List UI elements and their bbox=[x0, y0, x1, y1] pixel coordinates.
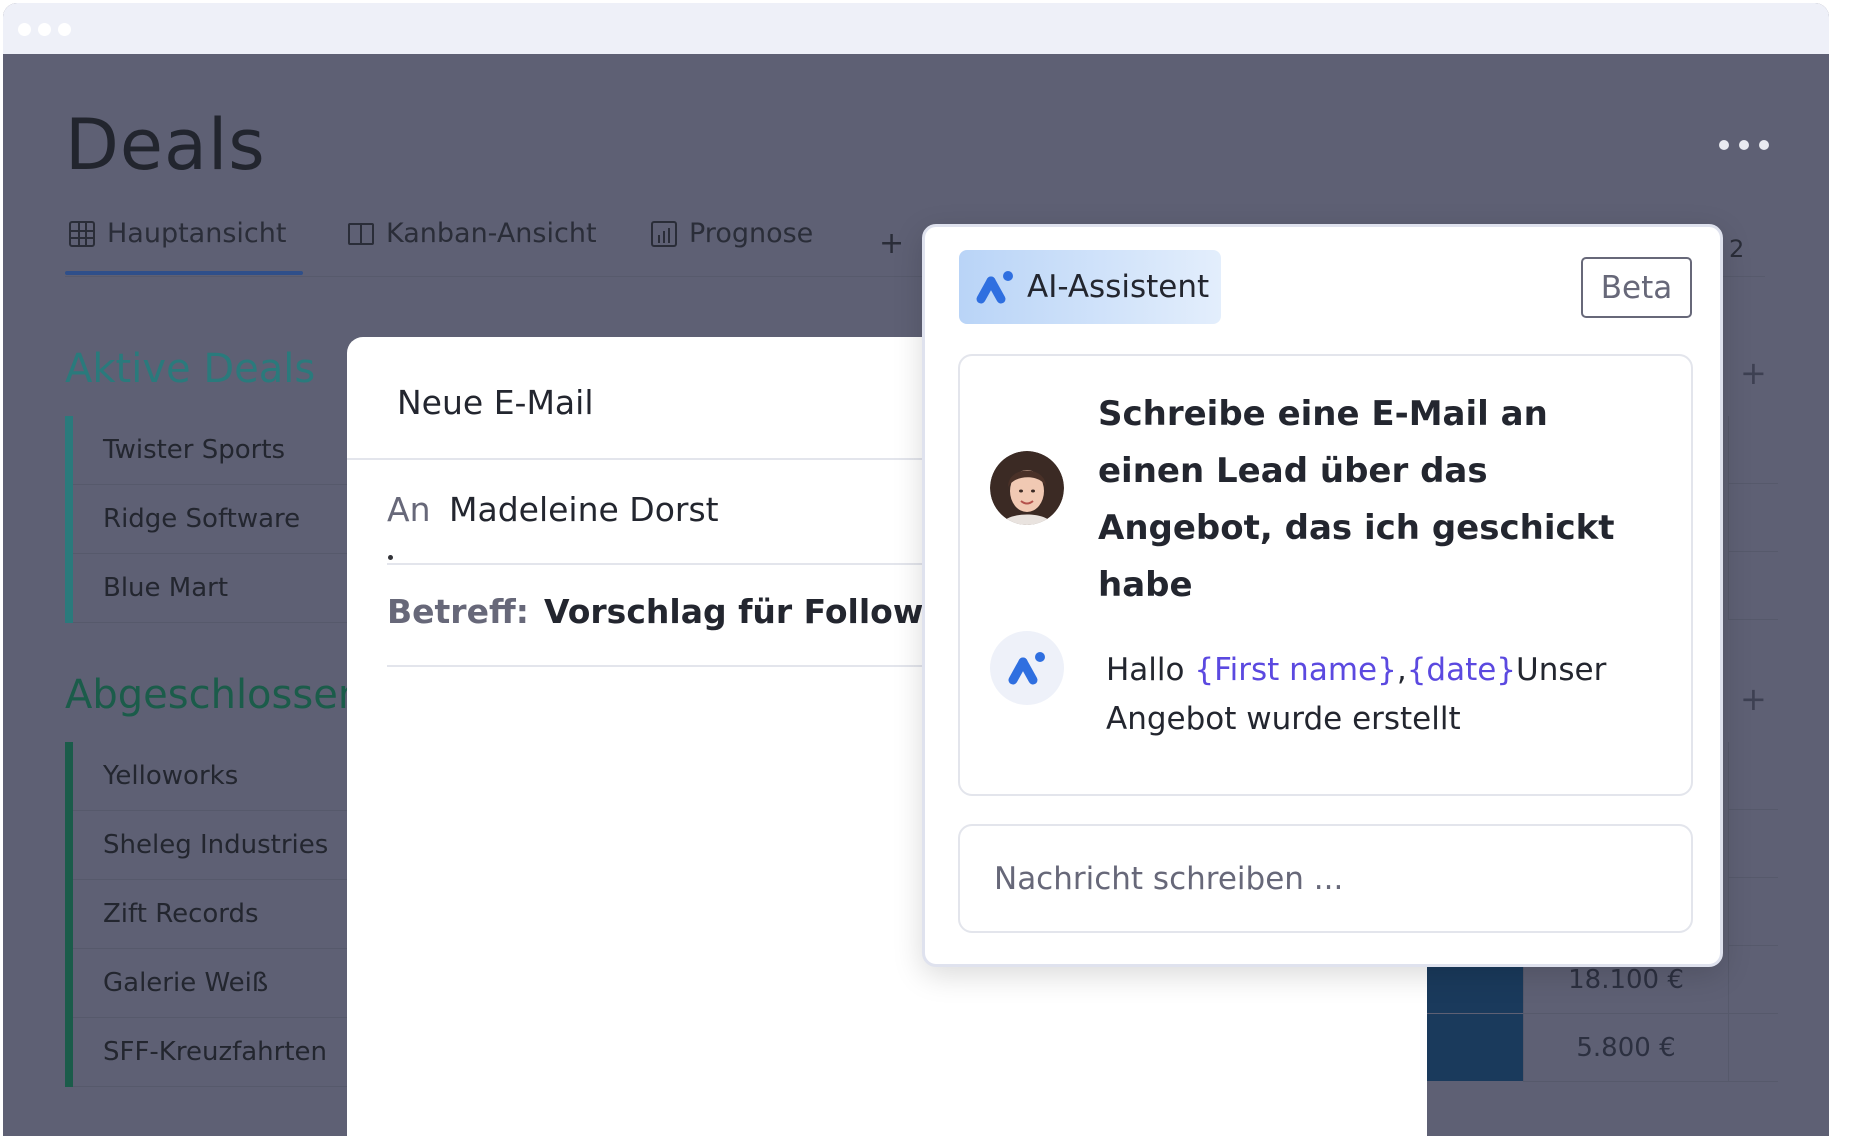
add-view-button[interactable]: + bbox=[879, 226, 904, 261]
table-cell[interactable] bbox=[1728, 810, 1778, 878]
email-compose-title: Neue E-Mail bbox=[397, 383, 594, 422]
table-row[interactable]: Twister Sports bbox=[73, 416, 355, 485]
table-cell[interactable] bbox=[1728, 484, 1778, 552]
chat-conversation: Schreibe eine E-Mail an einen Lead über … bbox=[958, 354, 1693, 796]
response-greeting: Hallo bbox=[1106, 652, 1195, 688]
message-input[interactable] bbox=[958, 824, 1693, 933]
ai-logo-icon bbox=[976, 271, 1013, 304]
table-row[interactable]: Zift Records bbox=[73, 880, 355, 949]
group-rows-aktive-deals: Twister Sports Ridge Software Blue Mart bbox=[65, 416, 355, 623]
to-recipient[interactable]: Madeleine Dorst bbox=[449, 490, 719, 529]
ai-assistant-badge[interactable]: AI-Assistent bbox=[959, 250, 1221, 324]
table-row[interactable]: Blue Mart bbox=[73, 554, 355, 623]
tab-kanban-ansicht[interactable]: Kanban-Ansicht bbox=[348, 218, 597, 249]
group-rows-abgeschlossen: Yelloworks Sheleg Industries Zift Record… bbox=[65, 742, 355, 1087]
table-row[interactable]: Galerie Weiß bbox=[73, 949, 355, 1018]
table-cell[interactable] bbox=[1728, 946, 1778, 1014]
window-minimize-dot[interactable] bbox=[38, 23, 51, 36]
table-cell[interactable] bbox=[1728, 416, 1778, 484]
subject-label: Betreff: bbox=[387, 592, 529, 631]
subject-field-underline bbox=[387, 665, 987, 667]
table-row[interactable]: Ridge Software bbox=[73, 485, 355, 554]
ai-logo-icon bbox=[1008, 652, 1045, 685]
table-cell[interactable] bbox=[1728, 1014, 1778, 1082]
active-tab-indicator bbox=[65, 271, 303, 275]
app-window: Deals Hauptansicht Kanban-Ansicht Progno… bbox=[3, 3, 1829, 1136]
ai-assistant-label: AI-Assistent bbox=[1027, 269, 1210, 305]
ai-assistant-panel: AI-Assistent Beta Schreibe eine E-Mail a… bbox=[922, 224, 1723, 967]
user-avatar bbox=[990, 451, 1064, 525]
tab-overflow-count[interactable]: 2 bbox=[1729, 235, 1744, 263]
beta-badge: Beta bbox=[1581, 257, 1692, 318]
kanban-icon bbox=[348, 222, 374, 245]
window-close-dot[interactable] bbox=[18, 23, 31, 36]
table-row[interactable]: Yelloworks bbox=[73, 742, 355, 811]
status-cell[interactable] bbox=[1427, 1014, 1523, 1081]
table-cell[interactable] bbox=[1728, 742, 1778, 810]
variable-first-name: {First name} bbox=[1194, 652, 1397, 688]
tab-label: Hauptansicht bbox=[107, 218, 287, 249]
response-comma: , bbox=[1396, 652, 1407, 688]
window-titlebar bbox=[3, 3, 1829, 54]
chart-icon bbox=[651, 220, 677, 247]
more-options-icon[interactable] bbox=[1719, 140, 1769, 150]
tab-label: Prognose bbox=[689, 218, 814, 249]
ai-avatar bbox=[990, 631, 1064, 705]
tab-hauptansicht[interactable]: Hauptansicht bbox=[69, 218, 286, 249]
table-row[interactable]: SFF-Kreuzfahrten bbox=[73, 1018, 355, 1087]
ai-response-message: Hallo {First name},{date}Unser Angebot w… bbox=[1106, 646, 1666, 744]
group-title-abgeschlossen[interactable]: Abgeschlossen bbox=[65, 672, 363, 718]
group-title-aktive-deals[interactable]: Aktive Deals bbox=[65, 346, 315, 392]
board-title: Deals bbox=[65, 104, 266, 186]
right-column-cells bbox=[1728, 742, 1778, 1082]
table-cell[interactable] bbox=[1728, 552, 1778, 620]
deal-value-cell[interactable]: 5.800 € bbox=[1523, 1014, 1728, 1082]
user-prompt-message: Schreibe eine E-Mail an einen Lead über … bbox=[1098, 394, 1615, 605]
add-column-button[interactable]: + bbox=[1740, 680, 1767, 718]
table-icon bbox=[69, 220, 95, 247]
text-cursor bbox=[388, 555, 393, 560]
to-label: An bbox=[387, 490, 431, 529]
table-cell[interactable] bbox=[1728, 878, 1778, 946]
tab-label: Kanban-Ansicht bbox=[386, 218, 597, 249]
table-row[interactable]: Sheleg Industries bbox=[73, 811, 355, 880]
variable-date: {date} bbox=[1406, 652, 1517, 688]
right-column-cells bbox=[1728, 416, 1778, 620]
to-field-underline bbox=[387, 563, 987, 565]
tab-prognose[interactable]: Prognose bbox=[651, 218, 813, 249]
window-zoom-dot[interactable] bbox=[58, 23, 71, 36]
add-column-button[interactable]: + bbox=[1740, 354, 1767, 392]
